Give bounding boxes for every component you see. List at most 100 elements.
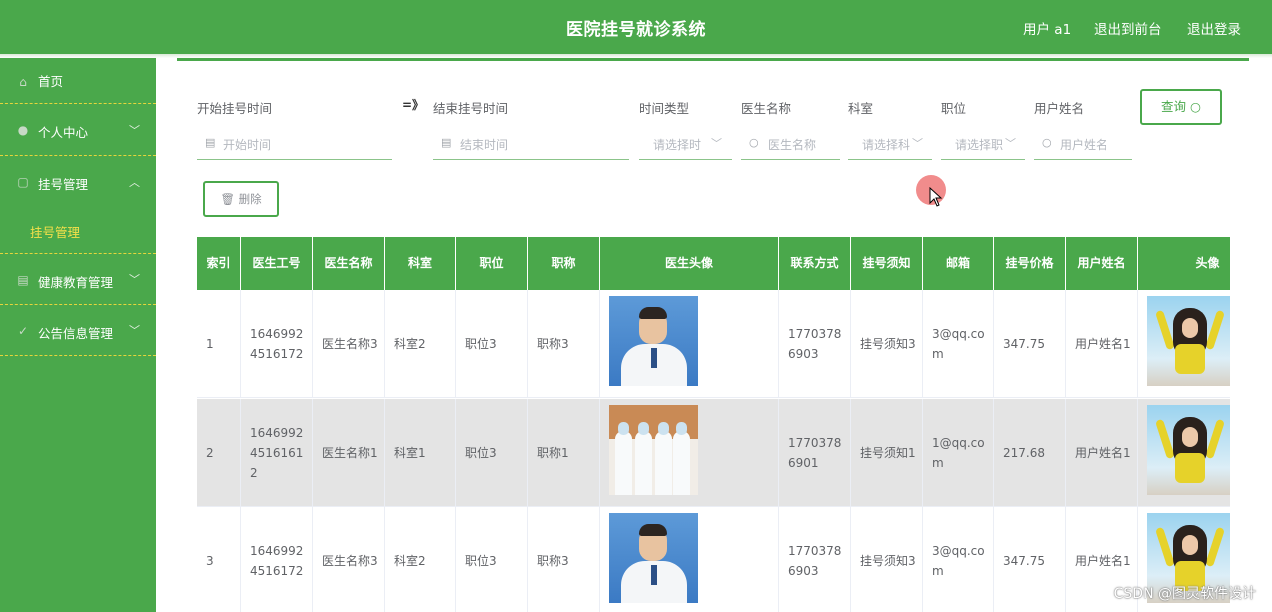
table-cell-dept: 科室2: [385, 290, 456, 398]
user-avatar-photo: [1147, 405, 1230, 495]
table-cell-price: 347.75: [994, 507, 1066, 612]
column-header: 职位: [456, 237, 528, 290]
table-cell-email: 1@qq.com: [923, 399, 994, 507]
column-header: 医生工号: [241, 237, 313, 290]
query-button[interactable]: 查询 ○: [1140, 89, 1222, 125]
table-cell-photo: [600, 399, 779, 507]
table-cell-avatar: [1138, 290, 1230, 398]
user-avatar-photo: [1147, 296, 1230, 386]
cell-text: 17703786903: [788, 544, 842, 578]
time-type-select[interactable]: 请选择时 ﹀: [639, 130, 732, 160]
cell-text: 用户姓名1: [1075, 554, 1131, 568]
cell-text: 医生名称3: [322, 554, 378, 568]
logout-link[interactable]: 退出登录: [1187, 18, 1241, 38]
calendar-icon: ▤: [205, 136, 216, 149]
home-icon: ⌂: [19, 75, 27, 89]
position-label: 职位: [941, 101, 967, 116]
table-cell-index: 1: [197, 290, 241, 398]
cell-text: 用户姓名1: [1075, 446, 1131, 460]
department-select[interactable]: 请选择科 ﹀: [848, 130, 932, 160]
doctor-name-input[interactable]: ○ 医生名称: [741, 130, 840, 160]
back-to-front-link[interactable]: 退出到前台: [1094, 18, 1162, 38]
table-cell-email: 3@qq.com: [923, 507, 994, 612]
doctor-photo: [609, 513, 698, 603]
chevron-down-icon: ﹀: [129, 273, 140, 286]
cell-text: 挂号须知3: [860, 337, 916, 351]
start-time-input[interactable]: ▤ 开始时间: [197, 130, 392, 160]
column-header: 医生名称: [313, 237, 385, 290]
cell-text: 17703786903: [788, 327, 842, 361]
table-row[interactable]: 1 16469924516172 医生名称3 科室2 职位3 职称3 17703786903…: [197, 290, 1230, 398]
table-row[interactable]: 3 16469924516172 医生名称3 科室2 职位3 职称3 17703786903…: [197, 507, 1230, 612]
sidebar-item-label: 挂号管理: [38, 177, 89, 192]
current-user-label: 用户 a1: [1023, 22, 1072, 38]
sidebar: ⌂ 首页 ● 个人中心 ﹀ ▢ 挂号管理 ︿ 挂号管理 ▤ 健康教育管理 ﹀ ✓…: [0, 58, 156, 612]
cell-text: 职称3: [537, 337, 569, 351]
column-header: 科室: [385, 237, 456, 290]
table-cell-avatar: [1138, 399, 1230, 507]
department-placeholder: 请选择科: [862, 138, 910, 152]
cell-text: 3@qq.com: [932, 327, 985, 361]
mouse-cursor-icon: [929, 187, 943, 207]
delete-button[interactable]: 🗑 删除: [203, 181, 279, 217]
username-input[interactable]: ○ 用户姓名: [1034, 130, 1132, 160]
cell-text: 16469924516172: [250, 544, 304, 578]
cell-text: 217.68: [1003, 446, 1045, 460]
end-time-placeholder: 结束时间: [460, 138, 509, 152]
table-cell-email: 3@qq.com: [923, 290, 994, 398]
sidebar-item-label: 个人中心: [38, 125, 89, 140]
table-cell-photo: [600, 507, 779, 612]
cell-text: 挂号须知3: [860, 554, 916, 568]
calendar-icon: ▤: [441, 136, 452, 149]
csdn-watermark: CSDN @图灵软件设计: [1113, 586, 1256, 602]
cell-text: 医生名称1: [322, 446, 378, 460]
cell-text: 17703786901: [788, 436, 842, 470]
sidebar-item-home[interactable]: ⌂ 首页: [0, 58, 156, 104]
calendar-icon: ▢: [17, 175, 29, 189]
table-row[interactable]: 2 164699245161612 医生名称1 科室1 职位3 职称1 1770378690…: [197, 399, 1230, 507]
app-title: 医院挂号就诊系统: [566, 20, 706, 40]
table-cell-index: 2: [197, 399, 241, 507]
time-type-label: 时间类型: [639, 101, 690, 116]
range-separator: =》: [402, 98, 425, 112]
position-select[interactable]: 请选择职 ﹀: [941, 130, 1025, 160]
sidebar-item-health-education[interactable]: ▤ 健康教育管理 ﹀: [0, 254, 156, 305]
chevron-up-icon: ︿: [129, 176, 140, 189]
cell-text: 职位3: [465, 337, 497, 351]
user-icon: ●: [17, 123, 29, 137]
table-cell-doc_no: 164699245161612: [241, 399, 313, 507]
chevron-down-icon: ﹀: [711, 137, 722, 150]
table-header: 索引 医生工号 医生名称 科室 职位 职称 医生头像 联系方式 挂号须知 邮箱 挂号价格 用户姓名 头像: [197, 237, 1230, 290]
table-cell-notice: 挂号须知3: [851, 507, 923, 612]
sidebar-item-label: 首页: [38, 74, 64, 89]
column-header: 挂号须知: [851, 237, 923, 290]
table-cell-doc_name: 医生名称1: [313, 399, 385, 507]
cell-text: 挂号须知1: [860, 446, 916, 460]
registration-table: 索引 医生工号 医生名称 科室 职位 职称 医生头像 联系方式 挂号须知 邮箱 挂号价格 用户姓名 头像…: [197, 237, 1230, 612]
trash-icon: 🗑: [220, 192, 235, 206]
position-placeholder: 请选择职: [955, 138, 1003, 152]
cell-text: 16469924516172: [250, 327, 304, 361]
column-header: 医生头像: [600, 237, 779, 290]
column-header: 挂号价格: [994, 237, 1066, 290]
column-header: 职称: [528, 237, 600, 290]
chevron-down-icon: ﹀: [1005, 137, 1016, 150]
chevron-down-icon: ﹀: [129, 124, 140, 137]
column-header: 联系方式: [779, 237, 851, 290]
table-cell-notice: 挂号须知1: [851, 399, 923, 507]
cell-text: 2: [206, 446, 214, 460]
username-label: 用户姓名: [1034, 101, 1085, 116]
cell-text: 职称3: [537, 554, 569, 568]
search-icon: ○: [749, 136, 759, 149]
cell-text: 职称1: [537, 446, 569, 460]
table-cell-phone: 17703786901: [779, 399, 851, 507]
chevron-down-icon: ﹀: [129, 324, 140, 337]
table-cell-price: 217.68: [994, 399, 1066, 507]
sidebar-item-personal-center[interactable]: ● 个人中心 ﹀: [0, 104, 156, 156]
sidebar-subitem-registration[interactable]: 挂号管理: [0, 208, 156, 254]
table-cell-user: 用户姓名1: [1066, 290, 1138, 398]
end-time-input[interactable]: ▤ 结束时间: [433, 130, 629, 160]
cell-text: 3: [206, 554, 214, 568]
sidebar-item-registration[interactable]: ▢ 挂号管理 ︿: [0, 156, 156, 208]
sidebar-item-announcements[interactable]: ✓ 公告信息管理 ﹀: [0, 305, 156, 356]
